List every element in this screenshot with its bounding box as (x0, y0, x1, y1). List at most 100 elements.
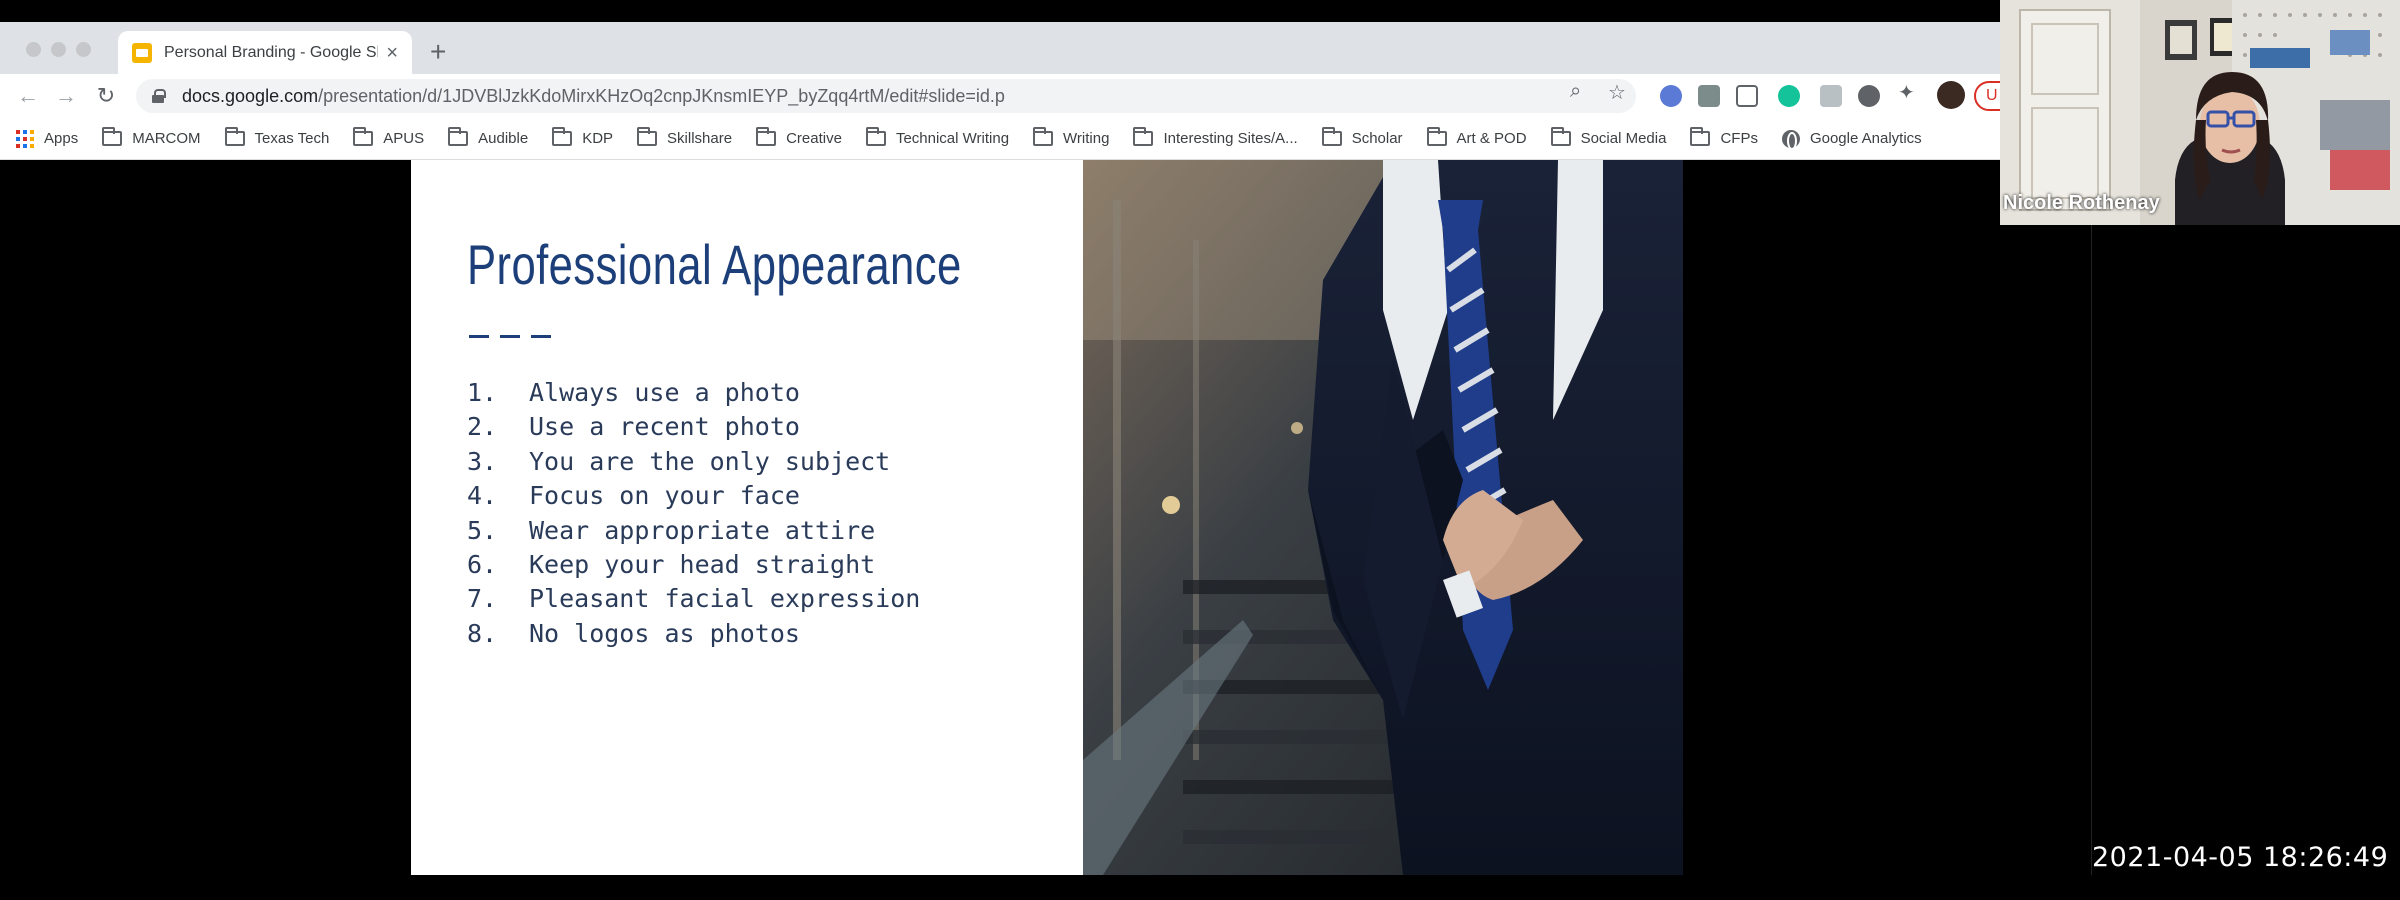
minimize-window-button[interactable] (51, 42, 66, 57)
bookmark-label: Writing (1063, 130, 1110, 147)
slide-list: 1. Always use a photo 2. Use a recent photo… (467, 376, 920, 651)
list-item: 8. No logos as photos (467, 617, 920, 651)
bookmark-label: Creative (786, 130, 842, 147)
folder-icon (1033, 127, 1054, 146)
bookmark-apps[interactable]: Apps (16, 129, 79, 148)
bookmark-creative[interactable]: Creative (756, 127, 842, 147)
participant-name: Nicole Rothenay (2003, 192, 2160, 214)
bookmark-label: Art & POD (1456, 130, 1527, 147)
bookmark-skillshare[interactable]: Skillshare (637, 127, 733, 147)
list-item-text: No logos as photos (529, 618, 800, 648)
bookmark-label: Social Media (1580, 130, 1667, 147)
bookmark-label: Skillshare (667, 130, 733, 147)
folder-icon (1321, 127, 1342, 146)
bookmark-star-icon[interactable]: ☆ (1608, 80, 1626, 105)
slide-title: Professional Appearance (467, 233, 962, 296)
profile-avatar[interactable] (1937, 81, 1965, 109)
bookmark-interesting-sites-a[interactable]: Interesting Sites/A... (1133, 127, 1298, 147)
bookmark-label: APUS (383, 130, 425, 147)
list-item-text: Focus on your face (529, 481, 800, 511)
bookmark-google-analytics[interactable]: Google Analytics (1781, 129, 1922, 150)
dark-mode-extension-icon[interactable] (1858, 85, 1880, 107)
list-item: 4. Focus on your face (467, 479, 920, 513)
recording-timestamp: 2021-04-05 18:26:49 (2092, 842, 2389, 873)
bookmark-writing[interactable]: Writing (1033, 127, 1110, 147)
bookmark-technical-writing[interactable]: Technical Writing (865, 127, 1010, 147)
businessman-suit-photo (1083, 160, 1683, 875)
list-item-text: Wear appropriate attire (529, 515, 876, 545)
lock-icon (152, 89, 166, 103)
list-item-number: 5. (467, 515, 498, 545)
reload-icon[interactable]: ↻ (92, 82, 120, 110)
list-item-number: 2. (467, 412, 498, 442)
bookmark-audible[interactable]: Audible (448, 127, 529, 147)
folder-icon (1133, 127, 1154, 146)
list-item: 5. Wear appropriate attire (467, 514, 920, 548)
bookmark-texas-tech[interactable]: Texas Tech (224, 127, 330, 147)
browser-toolbar: ← → ↻ docs.google.com/presentation/d/1JD… (0, 74, 2014, 118)
tab-title: Personal Branding - Google Sli (164, 43, 379, 61)
code-extension-icon[interactable] (1736, 85, 1758, 107)
close-tab-icon[interactable]: × (386, 43, 398, 63)
forward-icon[interactable]: → (52, 82, 80, 110)
url-text: docs.google.com/presentation/d/1JDVBlJzk… (182, 86, 1005, 107)
folder-icon (102, 127, 123, 146)
list-item-text: Always use a photo (529, 378, 800, 407)
folder-icon (224, 127, 245, 146)
bookmark-cfps[interactable]: CFPs (1690, 127, 1758, 147)
bookmark-label: Scholar (1351, 130, 1403, 147)
zoom-icon[interactable]: ⌕ (1570, 80, 1581, 103)
slide: Professional Appearance 1. Always use a p… (411, 160, 1683, 875)
screen-cast-extension-icon[interactable] (1698, 85, 1720, 107)
extensions-puzzle-icon[interactable]: ✦ (1898, 80, 1915, 105)
url-host: docs.google.com (182, 85, 319, 106)
zoom-window-button[interactable] (76, 42, 91, 57)
google-slides-icon (132, 42, 152, 63)
panel-divider (2091, 225, 2092, 875)
bookmark-label: Audible (478, 130, 529, 147)
bookmark-art-pod[interactable]: Art & POD (1426, 127, 1527, 147)
list-item-number: 6. (467, 549, 498, 579)
tab-personal-branding[interactable]: Personal Branding - Google Sli × (118, 31, 412, 74)
address-bar[interactable]: docs.google.com/presentation/d/1JDVBlJzk… (136, 79, 1636, 113)
list-item-number: 8. (467, 618, 498, 648)
bookmark-label: Google Analytics (1809, 130, 1922, 147)
slide-title-divider (469, 335, 551, 338)
bookmark-label: Apps (44, 130, 79, 147)
list-item-text: You are the only subject (529, 446, 891, 476)
bookmark-label: MARCOM (132, 130, 201, 147)
list-item-number: 1. (467, 378, 498, 407)
slide-viewport: Professional Appearance 1. Always use a p… (0, 160, 2092, 875)
bookmark-marcom[interactable]: MARCOM (102, 127, 201, 147)
tab-strip: Personal Branding - Google Sli × + (0, 22, 2000, 74)
browser-window: Personal Branding - Google Sli × + ← → ↻… (0, 22, 2014, 160)
bookmark-social-media[interactable]: Social Media (1550, 127, 1667, 147)
bookmark-label: Interesting Sites/A... (1163, 130, 1298, 147)
folder-icon (637, 127, 658, 146)
bookmark-scholar[interactable]: Scholar (1321, 127, 1403, 147)
bookmark-label: Texas Tech (254, 130, 330, 147)
extension-icon[interactable] (1660, 85, 1682, 107)
bookmark-label: Technical Writing (895, 130, 1010, 147)
list-item-number: 4. (467, 481, 498, 511)
folder-icon (1550, 127, 1571, 146)
folder-icon (353, 127, 374, 146)
new-tab-button[interactable]: + (430, 36, 446, 68)
list-item: 3. You are the only subject (467, 445, 920, 479)
list-item-number: 3. (467, 446, 498, 476)
apps-grid-icon (16, 129, 34, 148)
bookmark-apus[interactable]: APUS (353, 127, 425, 147)
list-item-text: Keep your head straight (529, 549, 876, 579)
list-item-text: Use a recent photo (529, 412, 800, 442)
back-icon[interactable]: ← (14, 82, 42, 110)
bookmark-label: KDP (582, 130, 614, 147)
bookmark-label: CFPs (1720, 130, 1758, 147)
bookmark-kdp[interactable]: KDP (552, 127, 614, 147)
globe-icon (1781, 129, 1800, 150)
grammarly-icon[interactable] (1778, 85, 1800, 107)
window-controls (26, 42, 91, 57)
list-item: 2. Use a recent photo (467, 410, 920, 444)
folder-icon (1426, 127, 1447, 146)
extension-icon[interactable] (1820, 85, 1842, 107)
close-window-button[interactable] (26, 42, 41, 57)
